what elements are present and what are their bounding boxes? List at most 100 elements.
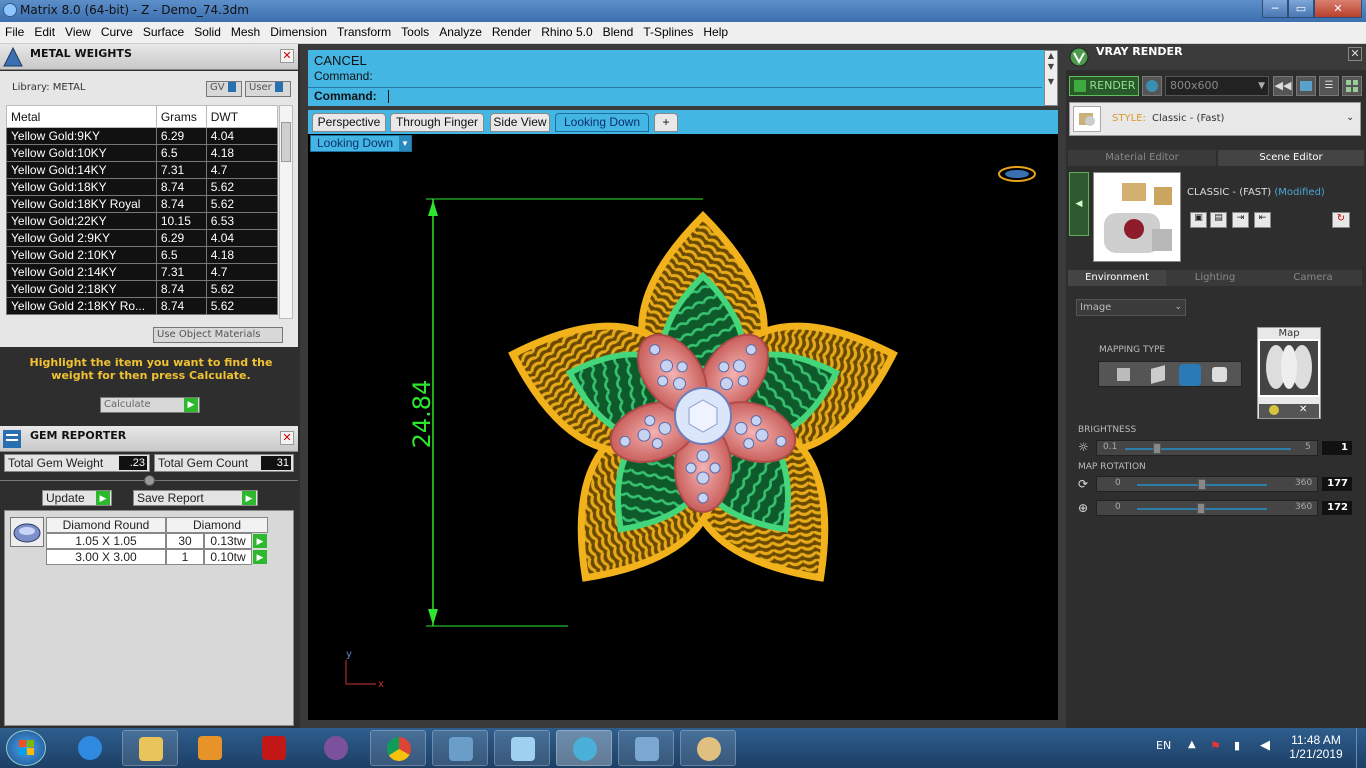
reset-icon[interactable]: ↻ bbox=[1332, 212, 1350, 228]
screen-mapping-icon[interactable] bbox=[1212, 367, 1227, 382]
add-tab-button[interactable]: + bbox=[654, 113, 678, 132]
tab-perspective[interactable]: Perspective bbox=[312, 113, 386, 132]
menu-solid[interactable]: Solid bbox=[189, 22, 226, 39]
frame-buffer-button[interactable] bbox=[1296, 76, 1316, 96]
start-button[interactable] bbox=[6, 730, 46, 766]
network-icon[interactable]: ▮ bbox=[1234, 739, 1240, 752]
tab-side-view[interactable]: Side View bbox=[490, 113, 550, 132]
rotation-v-slider[interactable]: 0 360 bbox=[1096, 500, 1318, 516]
tab-material-editor[interactable]: Material Editor bbox=[1068, 150, 1216, 166]
command-scrollbar[interactable]: ▲ ▼ ▼ bbox=[1044, 50, 1058, 106]
menu-blend[interactable]: Blend bbox=[598, 22, 639, 39]
gem-row-select-button[interactable]: ▶ bbox=[253, 534, 267, 548]
rewind-button[interactable]: ◀◀ bbox=[1273, 76, 1293, 96]
options-button[interactable] bbox=[1342, 76, 1362, 96]
metal-row[interactable]: Yellow Gold 2:14KY 7.31 4.7 bbox=[6, 263, 278, 281]
action-center-icon[interactable]: ⚑ bbox=[1210, 739, 1221, 753]
taskbar-media[interactable] bbox=[182, 730, 238, 766]
menu-surface[interactable]: Surface bbox=[138, 22, 189, 39]
metal-row[interactable]: Yellow Gold:14KY 7.31 4.7 bbox=[6, 161, 278, 179]
menu-mesh[interactable]: Mesh bbox=[226, 22, 265, 39]
taskbar-control-panel[interactable] bbox=[618, 730, 674, 766]
tab-scene-editor[interactable]: Scene Editor bbox=[1218, 150, 1364, 166]
volume-icon[interactable]: ◀ bbox=[1260, 738, 1270, 753]
save-report-button[interactable]: Save Report ▶ bbox=[133, 490, 258, 506]
spherical-mapping-icon[interactable] bbox=[1179, 364, 1201, 386]
use-object-materials-checkbox[interactable]: Use Object Materials bbox=[153, 327, 283, 343]
metal-row[interactable]: Yellow Gold:10KY 6.5 4.18 bbox=[6, 144, 278, 162]
menu-transform[interactable]: Transform bbox=[332, 22, 396, 39]
render-button[interactable]: RENDER bbox=[1069, 76, 1139, 96]
metal-row[interactable]: Yellow Gold 2:10KY 6.5 4.18 bbox=[6, 246, 278, 264]
tab-camera[interactable]: Camera bbox=[1264, 270, 1362, 286]
col-metal[interactable]: Metal bbox=[6, 105, 157, 128]
tab-lighting[interactable]: Lighting bbox=[1166, 270, 1264, 286]
minimize-button[interactable]: ─ bbox=[1262, 0, 1288, 18]
clock[interactable]: 11:48 AM 1/21/2019 bbox=[1284, 733, 1348, 761]
close-button[interactable]: ✕ bbox=[1314, 0, 1362, 18]
preview-button[interactable] bbox=[1142, 76, 1162, 96]
calculate-button[interactable]: Calculate ▶ bbox=[100, 397, 200, 413]
save-as-icon[interactable]: ▤ bbox=[1210, 212, 1227, 228]
update-button[interactable]: Update ▶ bbox=[42, 490, 112, 506]
gv-toggle[interactable]: GV bbox=[206, 81, 242, 97]
brightness-slider[interactable]: 0.1 5 bbox=[1096, 440, 1318, 456]
metal-row[interactable]: Yellow Gold:9KY 6.29 4.04 bbox=[6, 127, 278, 145]
taskbar-chrome[interactable] bbox=[370, 730, 426, 766]
taskbar-viber[interactable] bbox=[308, 730, 364, 766]
menu-tsplines[interactable]: T-Splines bbox=[638, 22, 698, 39]
metal-row[interactable]: Yellow Gold 2:18KY 8.74 5.62 bbox=[6, 280, 278, 298]
planar-mapping-icon[interactable] bbox=[1117, 368, 1130, 381]
taskbar-matrix[interactable] bbox=[556, 730, 612, 766]
splitter-handle[interactable] bbox=[144, 475, 155, 486]
menu-edit[interactable]: Edit bbox=[29, 22, 60, 39]
menu-dimension[interactable]: Dimension bbox=[265, 22, 332, 39]
taskbar-ie[interactable] bbox=[62, 730, 118, 766]
brightness-value[interactable]: 1 bbox=[1322, 441, 1352, 455]
taskbar-photos[interactable] bbox=[432, 730, 488, 766]
metal-row[interactable]: Yellow Gold:22KY 10.15 6.53 bbox=[6, 212, 278, 230]
menu-render[interactable]: Render bbox=[487, 22, 536, 39]
tab-looking-down[interactable]: Looking Down bbox=[555, 113, 649, 132]
rotation-h-slider[interactable]: 0 360 bbox=[1096, 476, 1318, 492]
metal-table-scrollbar[interactable] bbox=[279, 105, 293, 319]
import-icon[interactable]: ⇤ bbox=[1254, 212, 1271, 228]
menu-file[interactable]: File bbox=[0, 22, 29, 39]
rotation-v-value[interactable]: 172 bbox=[1322, 501, 1352, 515]
resolution-dropdown[interactable]: 800x600 ▼ bbox=[1165, 76, 1269, 96]
vray-close-button[interactable]: ✕ bbox=[1348, 47, 1362, 61]
export-icon[interactable]: ⇥ bbox=[1232, 212, 1249, 228]
taskbar-garena[interactable] bbox=[246, 730, 302, 766]
col-grams[interactable]: Grams bbox=[155, 105, 207, 128]
save-icon[interactable]: ▣ bbox=[1190, 212, 1207, 228]
taskbar-explorer[interactable] bbox=[122, 730, 178, 766]
maximize-button[interactable]: ▭ bbox=[1288, 0, 1314, 18]
remove-map-icon[interactable]: ✕ bbox=[1299, 404, 1307, 415]
menu-rhino[interactable]: Rhino 5.0 bbox=[536, 22, 597, 39]
language-indicator[interactable]: EN bbox=[1156, 739, 1171, 752]
metal-row[interactable]: Yellow Gold:18KY 8.74 5.62 bbox=[6, 178, 278, 196]
menu-view[interactable]: View bbox=[60, 22, 96, 39]
style-selector[interactable]: STYLE: Classic - (Fast) ⌄ bbox=[1069, 102, 1361, 136]
command-input[interactable]: Command: bbox=[308, 87, 1042, 105]
show-desktop-button[interactable] bbox=[1356, 728, 1366, 768]
color-picker-icon[interactable] bbox=[1269, 405, 1279, 415]
user-toggle[interactable]: User bbox=[245, 81, 291, 97]
collapse-arrow[interactable]: ◀ bbox=[1069, 172, 1089, 236]
metal-row[interactable]: Yellow Gold 2:9KY 6.29 4.04 bbox=[6, 229, 278, 247]
metal-row[interactable]: Yellow Gold 2:18KY Ro... 8.74 5.62 bbox=[6, 297, 278, 315]
menu-tools[interactable]: Tools bbox=[396, 22, 434, 39]
list-button[interactable]: ☰ bbox=[1319, 76, 1339, 96]
show-hidden-icons-icon[interactable]: ▲ bbox=[1188, 739, 1196, 750]
tab-environment[interactable]: Environment bbox=[1068, 270, 1166, 286]
gem-row-select-button[interactable]: ▶ bbox=[253, 550, 267, 564]
rotation-h-value[interactable]: 177 bbox=[1322, 477, 1352, 491]
metal-row[interactable]: Yellow Gold:18KY Royal 8.74 5.62 bbox=[6, 195, 278, 213]
box-mapping-icon[interactable] bbox=[1151, 365, 1165, 384]
map-slot[interactable]: Map ✕ bbox=[1257, 327, 1321, 419]
col-dwt[interactable]: DWT bbox=[205, 105, 278, 128]
metal-weights-close-button[interactable]: ✕ bbox=[280, 49, 294, 63]
scrollbar-thumb[interactable] bbox=[281, 122, 291, 162]
gem-reporter-close-button[interactable]: ✕ bbox=[280, 431, 294, 445]
menu-curve[interactable]: Curve bbox=[96, 22, 138, 39]
